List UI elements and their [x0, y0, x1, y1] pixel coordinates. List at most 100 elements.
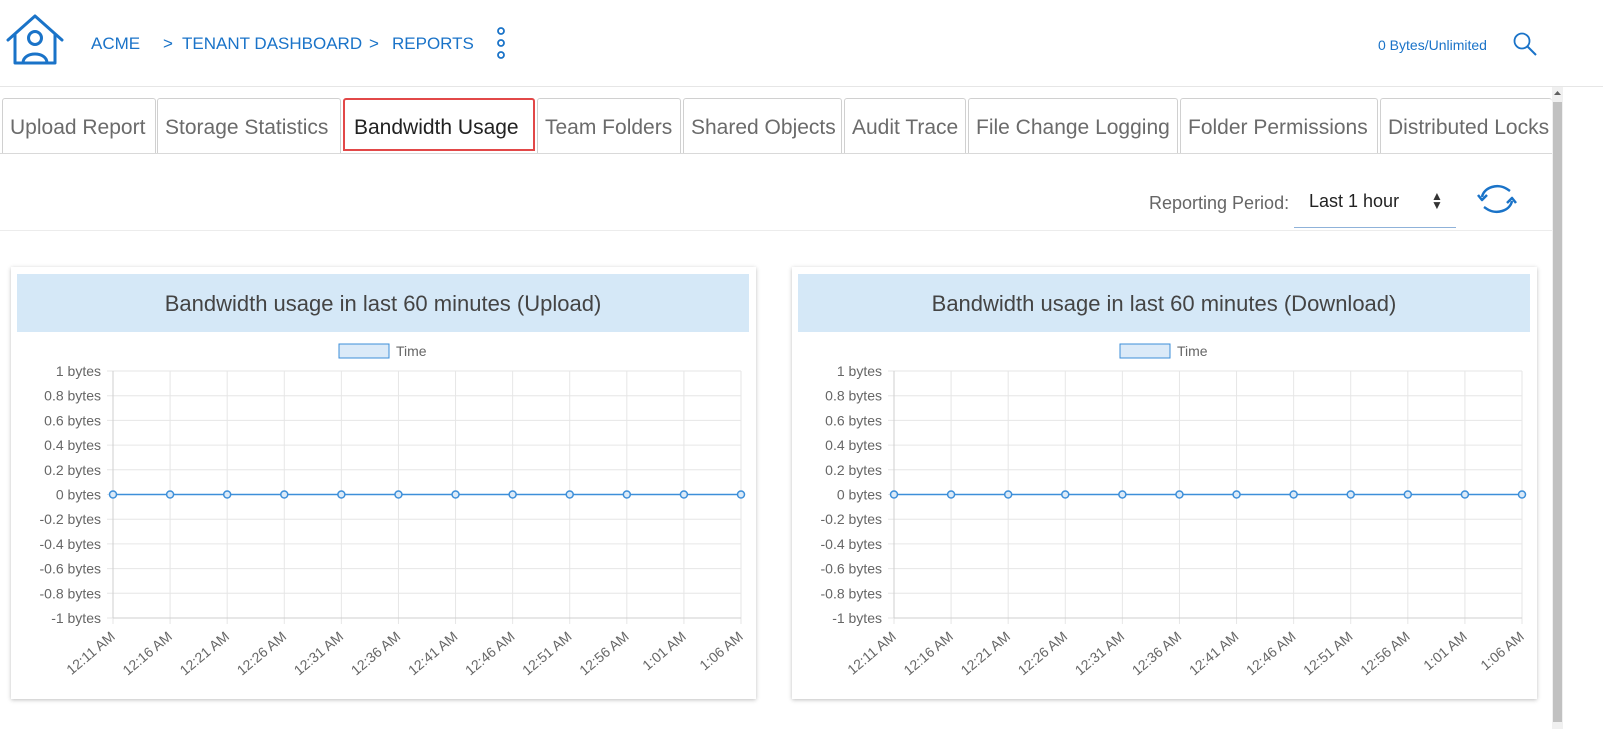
report-tabs: Upload Report Storage Statistics Bandwid… [0, 98, 1552, 154]
breadcrumb-separator: > [163, 34, 173, 53]
reporting-period-select[interactable]: Last 1 hour ▲ ▼ [1294, 180, 1456, 228]
legend-swatch[interactable] [1119, 343, 1171, 359]
download-chart-card: Time 1 bytes 0.8 bytes 0.6 bytes 0.4 bytes 0.… [792, 267, 1537, 699]
y-tick-label: -0.2 bytes [40, 511, 101, 527]
data-point[interactable] [1232, 490, 1241, 499]
x-tick-label: 12:51 AM [519, 628, 575, 678]
toolbar-divider [0, 230, 1552, 231]
data-point[interactable] [1289, 490, 1298, 499]
y-tick-label: -0.4 bytes [40, 536, 101, 552]
y-tick-label: -0.8 bytes [40, 585, 101, 601]
data-point[interactable] [222, 490, 232, 499]
tab-storage-statistics[interactable]: Storage Statistics [157, 98, 341, 153]
y-tick-label: 0.2 bytes [44, 462, 101, 478]
y-tick-label: 0.6 bytes [44, 412, 101, 428]
x-tick-label: 12:41 AM [405, 628, 461, 678]
x-tick-label: 12:21 AM [958, 628, 1014, 678]
refresh-icon[interactable] [1474, 181, 1520, 217]
data-point[interactable] [1346, 490, 1355, 499]
breadcrumb-reports[interactable]: REPORTS [392, 34, 474, 54]
search-icon[interactable] [1512, 31, 1538, 57]
y-tick-label: 0.8 bytes [825, 388, 882, 404]
data-point[interactable] [679, 490, 689, 499]
legend-label: Time [1177, 343, 1208, 359]
data-point[interactable] [1118, 490, 1127, 499]
x-tick-label: 12:46 AM [1243, 628, 1299, 678]
tab-file-change-logging[interactable]: File Change Logging [968, 98, 1178, 153]
x-tick-label: 12:36 AM [348, 628, 404, 678]
data-point[interactable] [1175, 490, 1184, 499]
breadcrumb-separator: > [369, 34, 379, 53]
upload-chart-title: Bandwidth usage in last 60 minutes (Uplo… [17, 274, 749, 332]
x-tick-label: 12:11 AM [844, 628, 899, 678]
y-tick-label: 0.6 bytes [825, 412, 882, 428]
x-tick-label: 1:01 AM [639, 628, 689, 673]
data-point[interactable] [280, 490, 289, 499]
x-tick-label: 12:36 AM [1129, 628, 1185, 678]
tab-folder-permissions[interactable]: Folder Permissions [1180, 98, 1378, 153]
top-header: ACME > TENANT DASHBOARD > REPORTS 0 Byte… [0, 0, 1603, 87]
scroll-up-arrow-icon[interactable] [1553, 89, 1562, 97]
x-tick-label: 12:41 AM [1186, 628, 1242, 678]
scrollbar-thumb[interactable] [1553, 102, 1562, 722]
data-point[interactable] [1403, 490, 1413, 499]
data-point[interactable] [165, 490, 175, 499]
y-tick-label: -0.6 bytes [821, 561, 882, 577]
data-point[interactable] [565, 490, 574, 499]
data-point[interactable] [451, 490, 460, 499]
storage-quota: 0 Bytes/Unlimited [1378, 37, 1487, 53]
data-point[interactable] [394, 490, 403, 499]
reporting-period-value: Last 1 hour [1309, 191, 1400, 211]
data-point[interactable] [337, 490, 346, 499]
x-tick-label: 12:56 AM [576, 628, 632, 678]
data-point[interactable] [108, 490, 118, 499]
y-tick-label: 0.8 bytes [44, 388, 101, 404]
tab-shared-objects[interactable]: Shared Objects [683, 98, 842, 153]
x-tick-label: 1:06 AM [1477, 628, 1527, 673]
x-tick-label: 12:31 AM [1072, 628, 1128, 678]
x-tick-label: 1:01 AM [1420, 628, 1470, 673]
legend-label: Time [396, 343, 427, 359]
tab-team-folders[interactable]: Team Folders [537, 98, 681, 153]
x-tick-label: 12:16 AM [900, 628, 956, 678]
data-point[interactable] [946, 490, 956, 499]
data-point[interactable] [1517, 490, 1527, 499]
data-point[interactable] [736, 490, 746, 499]
y-tick-label: 1 bytes [837, 363, 882, 379]
data-point[interactable] [1460, 490, 1470, 499]
x-tick-label: 1:06 AM [696, 628, 746, 673]
y-tick-label: -1 bytes [832, 610, 882, 626]
tab-upload-report[interactable]: Upload Report [2, 98, 156, 153]
y-tick-label: -0.2 bytes [821, 511, 882, 527]
home-icon[interactable] [4, 13, 66, 67]
tab-distributed-locks[interactable]: Distributed Locks [1380, 98, 1552, 153]
download-chart-title: Bandwidth usage in last 60 minutes (Down… [798, 274, 1530, 332]
legend-swatch[interactable] [338, 343, 390, 359]
y-tick-label: -0.6 bytes [40, 561, 101, 577]
data-point[interactable] [622, 490, 632, 499]
y-tick-label: -1 bytes [51, 610, 101, 626]
data-point[interactable] [508, 490, 517, 499]
reporting-period-label: Reporting Period: [1149, 193, 1290, 213]
upload-chart-card: Time 1 bytes 0.8 bytes 0.6 bytes 0.4 bytes 0.… [11, 267, 756, 699]
y-tick-label: 0 bytes [56, 487, 101, 503]
kebab-menu-icon[interactable] [494, 26, 508, 60]
x-tick-label: 12:16 AM [119, 628, 175, 678]
x-tick-label: 12:26 AM [1015, 628, 1071, 678]
data-point[interactable] [889, 490, 899, 499]
y-tick-label: 1 bytes [56, 363, 101, 379]
y-tick-label: -0.8 bytes [821, 585, 882, 601]
data-point[interactable] [1061, 490, 1070, 499]
y-tick-label: 0 bytes [837, 487, 882, 503]
x-tick-label: 12:51 AM [1300, 628, 1356, 678]
breadcrumb-home[interactable]: ACME [91, 34, 140, 54]
x-tick-label: 12:11 AM [63, 628, 118, 678]
y-tick-label: -0.4 bytes [821, 536, 882, 552]
x-tick-label: 12:56 AM [1357, 628, 1413, 678]
breadcrumb-tenant-dashboard[interactable]: TENANT DASHBOARD [182, 34, 362, 54]
data-point[interactable] [1003, 490, 1013, 499]
x-tick-label: 12:46 AM [462, 628, 518, 678]
select-arrows-icon: ▲ ▼ [1431, 189, 1443, 212]
tab-bandwidth-usage[interactable]: Bandwidth Usage [343, 98, 535, 151]
tab-audit-trace[interactable]: Audit Trace [844, 98, 966, 153]
